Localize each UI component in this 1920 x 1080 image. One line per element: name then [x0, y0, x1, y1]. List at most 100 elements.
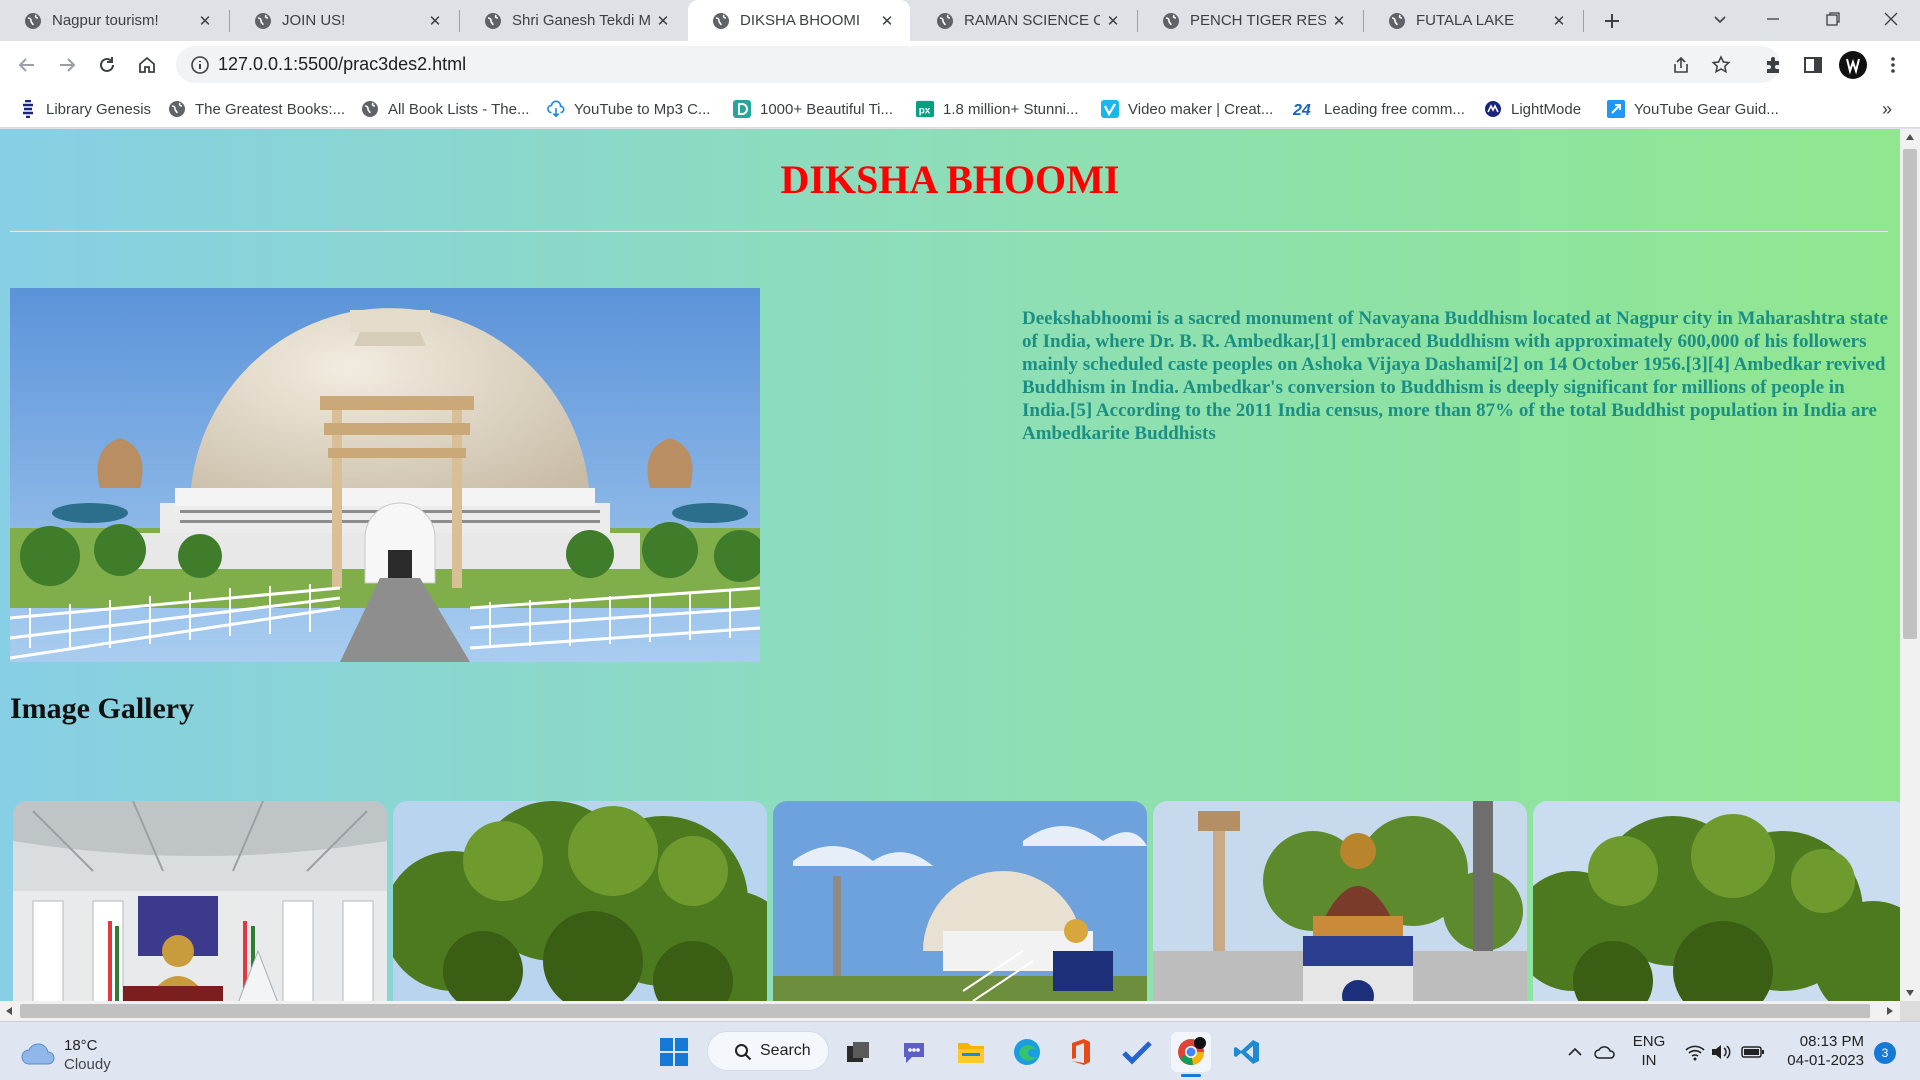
bookmark-youtube-mp3[interactable]: YouTube to Mp3 C...: [547, 96, 710, 122]
checkmark-icon: [1122, 1041, 1152, 1065]
tab-join-us[interactable]: JOIN US! ✕: [230, 0, 458, 41]
bookmark-label: Leading free comm...: [1324, 100, 1465, 118]
bookmark-star-icon[interactable]: [1708, 52, 1734, 78]
bookmark-lightmode[interactable]: LightMode: [1484, 96, 1581, 122]
profile-avatar[interactable]: [1836, 48, 1870, 82]
minimize-button[interactable]: [1750, 0, 1796, 38]
task-view-button[interactable]: [838, 1032, 878, 1072]
gallery-image-tree-2[interactable]: [1533, 801, 1900, 1001]
globe-icon: [361, 100, 379, 118]
side-panel-icon: [1804, 57, 1822, 73]
close-window-button[interactable]: [1868, 0, 1914, 38]
close-tab-icon[interactable]: ✕: [1100, 8, 1126, 34]
tab-search-button[interactable]: [1697, 0, 1743, 38]
taskbar-search-box[interactable]: Search: [707, 1031, 829, 1071]
tab-separator: [1583, 10, 1584, 32]
gallery-image-buddha[interactable]: [1153, 801, 1527, 1001]
todo-button[interactable]: [1117, 1032, 1157, 1072]
gallery-image-stupa[interactable]: [773, 801, 1147, 1001]
bookmark-all-book-lists[interactable]: All Book Lists - The...: [361, 96, 529, 122]
tab-title: Nagpur tourism!: [52, 12, 159, 29]
tab-pench-tiger[interactable]: PENCH TIGER RESERV ✕: [1138, 0, 1362, 41]
reload-button[interactable]: [90, 48, 124, 82]
extensions-button[interactable]: [1756, 48, 1790, 82]
address-bar[interactable]: 127.0.0.1:5500/prac3des2.html: [176, 46, 1780, 83]
side-panel-button[interactable]: [1796, 48, 1830, 82]
bookmark-library-genesis[interactable]: Library Genesis: [19, 96, 151, 122]
horizontal-scroll-thumb[interactable]: [20, 1004, 1870, 1018]
active-app-indicator: [1181, 1074, 1201, 1077]
bookmark-stunning[interactable]: px 1.8 million+ Stunni...: [916, 96, 1079, 122]
bookmark-youtube-gear[interactable]: YouTube Gear Guid...: [1607, 96, 1779, 122]
close-tab-icon[interactable]: ✕: [650, 8, 676, 34]
office-button[interactable]: [1061, 1032, 1101, 1072]
tab-futala-lake[interactable]: FUTALA LAKE ✕: [1364, 0, 1582, 41]
close-tab-icon[interactable]: ✕: [1326, 8, 1352, 34]
onedrive-cloud-icon[interactable]: [1592, 1040, 1618, 1064]
scroll-down-icon[interactable]: [1905, 989, 1915, 997]
notification-badge[interactable]: 3: [1874, 1042, 1896, 1064]
gallery-image-tree[interactable]: [393, 801, 767, 1001]
restore-button[interactable]: [1810, 0, 1856, 38]
share-icon[interactable]: [1668, 52, 1694, 78]
info-icon[interactable]: [190, 55, 210, 75]
wifi-icon[interactable]: [1682, 1040, 1708, 1064]
bookmark-greatest-books[interactable]: The Greatest Books:...: [168, 96, 345, 122]
close-tab-icon[interactable]: ✕: [422, 8, 448, 34]
tab-diksha-bhoomi[interactable]: DIKSHA BHOOMI ✕: [688, 0, 910, 41]
arrow-right-icon: [60, 58, 76, 72]
search-icon: [735, 1044, 752, 1061]
chrome-button[interactable]: [1171, 1032, 1211, 1077]
close-tab-icon[interactable]: ✕: [874, 8, 900, 34]
scroll-left-icon[interactable]: [5, 1006, 13, 1016]
close-tab-icon[interactable]: ✕: [1546, 8, 1572, 34]
restore-icon: [1826, 12, 1840, 26]
close-tab-icon[interactable]: ✕: [192, 8, 218, 34]
bookmark-beautiful-ti[interactable]: 1000+ Beautiful Ti...: [733, 96, 893, 122]
language-code: ENG: [1632, 1033, 1666, 1050]
windows-logo-icon: [660, 1038, 688, 1066]
file-explorer-button[interactable]: [951, 1032, 991, 1072]
clock[interactable]: 08:13 PM 04-01-2023: [1772, 1032, 1864, 1070]
gallery-heading: Image Gallery: [10, 692, 195, 725]
page-title: DIKSHA BHOOMI: [780, 157, 1120, 202]
browser-menu-button[interactable]: [1876, 48, 1910, 82]
tab-strip: Nagpur tourism! ✕ JOIN US! ✕ Shri Ganesh…: [0, 0, 1920, 41]
puzzle-icon: [1767, 57, 1779, 73]
taskbar-search-label: Search: [760, 1042, 811, 1059]
bookmarks-overflow-icon[interactable]: »: [1882, 96, 1892, 122]
volume-icon[interactable]: [1708, 1040, 1734, 1064]
folder-icon: [958, 1043, 984, 1063]
bookmark-label: YouTube to Mp3 C...: [574, 100, 711, 118]
new-tab-button[interactable]: [1596, 5, 1628, 37]
language-indicator[interactable]: ENG IN: [1632, 1032, 1666, 1070]
start-button[interactable]: [654, 1032, 694, 1072]
edge-browser-button[interactable]: [1007, 1032, 1047, 1072]
horizontal-scrollbar[interactable]: [0, 1001, 1900, 1021]
tab-ganesh-tekdi[interactable]: Shri Ganesh Tekdi Ma ✕: [460, 0, 686, 41]
back-button[interactable]: [10, 48, 44, 82]
tab-title: RAMAN SCIENCE CEN: [964, 12, 1100, 29]
vertical-scrollbar[interactable]: [1900, 129, 1920, 1001]
teams-chat-button[interactable]: [894, 1032, 934, 1072]
vscode-button[interactable]: [1227, 1032, 1267, 1072]
windows-taskbar: 18°C Cloudy Search ENG IN 08:13 PM 04-01…: [0, 1021, 1920, 1080]
bookmark-leading-free[interactable]: 24 Leading free comm...: [1293, 96, 1465, 122]
home-button[interactable]: [130, 48, 164, 82]
tab-raman-science[interactable]: RAMAN SCIENCE CEN ✕: [912, 0, 1136, 41]
minimize-icon: [1767, 18, 1779, 20]
tab-nagpur-tourism[interactable]: Nagpur tourism! ✕: [0, 0, 228, 41]
gallery-image-interior[interactable]: [13, 801, 387, 1001]
vertical-scroll-thumb[interactable]: [1903, 149, 1917, 639]
vimeo-v-icon: [1101, 100, 1119, 118]
url-text[interactable]: 127.0.0.1:5500/prac3des2.html: [218, 46, 466, 83]
battery-icon[interactable]: [1740, 1040, 1766, 1064]
bookmark-video-maker[interactable]: Video maker | Creat...: [1101, 96, 1273, 122]
scroll-up-icon[interactable]: [1905, 133, 1915, 141]
tab-title: FUTALA LAKE: [1416, 12, 1515, 29]
office-icon: [1072, 1039, 1090, 1065]
scroll-right-icon[interactable]: [1886, 1006, 1894, 1016]
chevron-up-icon[interactable]: [1562, 1040, 1588, 1064]
language-region: IN: [1641, 1052, 1657, 1069]
forward-button[interactable]: [50, 48, 84, 82]
